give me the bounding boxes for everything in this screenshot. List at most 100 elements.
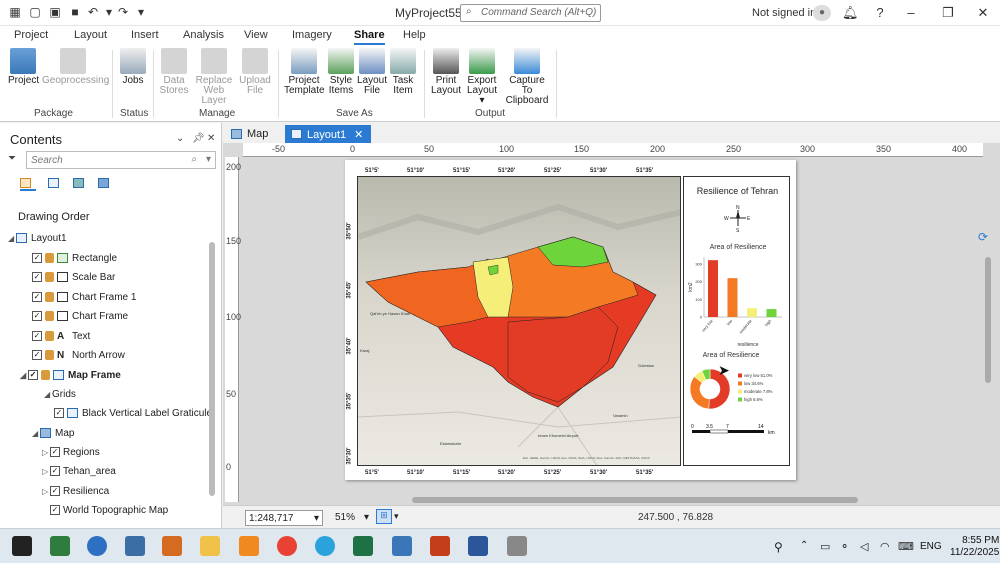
app-icon-globe-search[interactable]	[125, 536, 145, 556]
tab-insert[interactable]: Insert	[131, 29, 159, 41]
pin-icon[interactable]: 📌︎	[192, 133, 205, 144]
visibility-checkbox[interactable]: ✓	[28, 370, 38, 381]
telegram-icon[interactable]	[315, 536, 335, 556]
lock-icon[interactable]	[41, 370, 50, 381]
sign-in-status[interactable]: Not signed in	[752, 7, 816, 19]
undo-icon[interactable]: ↶	[86, 5, 100, 19]
tab-layout[interactable]: Layout	[74, 29, 107, 41]
visibility-checkbox[interactable]: ✓	[50, 505, 60, 516]
contents-scrollbar[interactable]	[209, 242, 215, 496]
tree-item-tehan-area[interactable]: ▷ ✓ Tehan_area	[42, 466, 116, 477]
scale-select[interactable]: 1:248,717 ▾	[245, 510, 323, 526]
redo-icon[interactable]: ↷	[116, 5, 130, 19]
close-tab-icon[interactable]: ✕	[354, 129, 363, 141]
zoom-select[interactable]: 51% ▾	[332, 510, 372, 526]
visibility-checkbox[interactable]: ✓	[32, 311, 42, 322]
app-icon[interactable]: ▦	[8, 5, 22, 19]
visibility-checkbox[interactable]: ✓	[32, 272, 42, 283]
tree-item-grids[interactable]: ◢ Grids	[44, 389, 76, 400]
style-items-button[interactable]: Style Items	[326, 48, 356, 96]
visibility-checkbox[interactable]: ✓	[32, 253, 42, 264]
pane-options-icon[interactable]: ⌄	[176, 133, 184, 144]
customize-icon[interactable]: ▾	[134, 5, 148, 19]
save-icon[interactable]: ■	[68, 5, 82, 19]
arcgis-pro-icon[interactable]	[87, 536, 107, 556]
tree-item-graticule[interactable]: ✓ Black Vertical Label Graticule	[54, 408, 212, 419]
lock-icon[interactable]	[45, 311, 54, 322]
tree-item-north-arrow[interactable]: ✓ N North Arrow	[32, 350, 125, 361]
excel-icon[interactable]	[353, 536, 373, 556]
avatar[interactable]: ●	[813, 5, 831, 21]
tree-item-regions[interactable]: ▷ ✓ Regions	[42, 447, 100, 458]
lock-icon[interactable]	[45, 350, 54, 361]
file-explorer-icon[interactable]	[200, 536, 220, 556]
restore-button[interactable]: ❐	[940, 5, 956, 21]
powerpoint-icon[interactable]	[430, 536, 450, 556]
task-item-button[interactable]: Task Item	[389, 48, 417, 96]
visibility-checkbox[interactable]: ✓	[50, 447, 60, 458]
chevron-up-icon[interactable]: ⌃	[800, 540, 808, 551]
lock-icon[interactable]	[45, 292, 54, 303]
tab-layout1-view[interactable]: Layout1 ✕	[285, 125, 372, 143]
tree-item-map[interactable]: ◢ Map	[32, 428, 74, 439]
grid-snap-icon[interactable]: ⊞	[376, 509, 392, 524]
undo-dropdown-icon[interactable]: ▾	[102, 5, 116, 19]
vertical-scrollbar[interactable]	[985, 257, 991, 383]
tab-map-view[interactable]: Map	[225, 125, 276, 143]
lock-icon[interactable]	[45, 331, 54, 342]
capture-to-clipboard-button[interactable]: Capture To Clipboard	[503, 48, 551, 106]
system-clock[interactable]: 8:55 PM 11/22/2025	[950, 535, 999, 559]
tab-analysis[interactable]: Analysis	[183, 29, 224, 41]
tab-project[interactable]: Project	[14, 29, 48, 41]
chrome-icon[interactable]	[277, 536, 297, 556]
print-layout-button[interactable]: Print Layout	[430, 48, 462, 96]
list-by-selection-icon[interactable]	[48, 177, 64, 191]
refresh-icon[interactable]: ⟳	[978, 230, 988, 244]
tree-item-scale-bar[interactable]: ✓ Scale Bar	[32, 272, 115, 283]
jobs-button[interactable]: Jobs	[118, 48, 148, 86]
lock-icon[interactable]	[45, 253, 54, 264]
visibility-checkbox[interactable]: ✓	[54, 408, 64, 419]
battery-icon[interactable]: ▭	[820, 540, 830, 553]
wifi-icon[interactable]: ◠	[880, 540, 890, 553]
tree-item-world-topo[interactable]: ✓ World Topographic Map	[50, 505, 168, 516]
contents-search-input[interactable]: Search ⌕ ▾	[26, 151, 216, 169]
expand-icon[interactable]: ▷	[42, 448, 50, 457]
tree-item-layout1[interactable]: ◢ Layout1	[8, 233, 67, 244]
layout-file-button[interactable]: Layout File	[357, 48, 387, 96]
minimize-button[interactable]: –	[903, 5, 919, 20]
tree-item-chart-frame-1[interactable]: ✓ Chart Frame 1	[32, 292, 136, 303]
app-icon-blue[interactable]	[392, 536, 412, 556]
tab-view[interactable]: View	[244, 29, 268, 41]
map-frame[interactable]: Qal'eh-ye Hasan Khan Karaj Eslamshahr Im…	[357, 176, 681, 466]
visibility-checkbox[interactable]: ✓	[50, 486, 60, 497]
export-layout-button[interactable]: Export Layout ▾	[464, 48, 500, 106]
legend-panel[interactable]: Resilience of Tehran N S E W Area of Res…	[683, 176, 790, 466]
help-icon[interactable]: ?	[872, 5, 888, 20]
tree-item-map-frame[interactable]: ◢ ✓ Map Frame	[20, 370, 121, 381]
app-icon-orange[interactable]	[239, 536, 259, 556]
collapse-icon[interactable]: ◢	[8, 234, 16, 243]
tab-share[interactable]: Share	[354, 29, 385, 45]
notification-bell-icon[interactable]: 🔔︎	[842, 5, 859, 21]
app-icon-green[interactable]	[50, 536, 70, 556]
command-search-input[interactable]: ⌕ Command Search (Alt+Q)	[460, 4, 601, 22]
list-by-snapping-icon[interactable]	[98, 177, 114, 191]
app-icon-lock[interactable]	[507, 536, 527, 556]
geoprocessing-button[interactable]: Geoprocessing	[42, 48, 109, 86]
replace-web-layer-button[interactable]: Replace Web Layer	[192, 48, 236, 106]
visibility-checkbox[interactable]: ✓	[32, 331, 42, 342]
package-project-button[interactable]: Project	[8, 48, 39, 86]
list-by-source-icon[interactable]	[73, 177, 89, 191]
mic-icon[interactable]: ⚬	[840, 540, 849, 553]
close-pane-icon[interactable]: ✕	[207, 133, 215, 144]
volume-icon[interactable]: ◁	[860, 540, 868, 553]
open-project-icon[interactable]: ▣	[48, 5, 62, 19]
tree-item-resilienca[interactable]: ▷ ✓ Resilienca	[42, 486, 109, 497]
visibility-checkbox[interactable]: ✓	[50, 466, 60, 477]
project-template-button[interactable]: Project Template	[284, 48, 325, 96]
dropdown-icon[interactable]: ▾	[394, 511, 399, 522]
new-project-icon[interactable]: ▢	[28, 5, 42, 19]
collapse-icon[interactable]: ◢	[44, 390, 52, 399]
list-by-drawing-order-icon[interactable]	[20, 177, 36, 191]
